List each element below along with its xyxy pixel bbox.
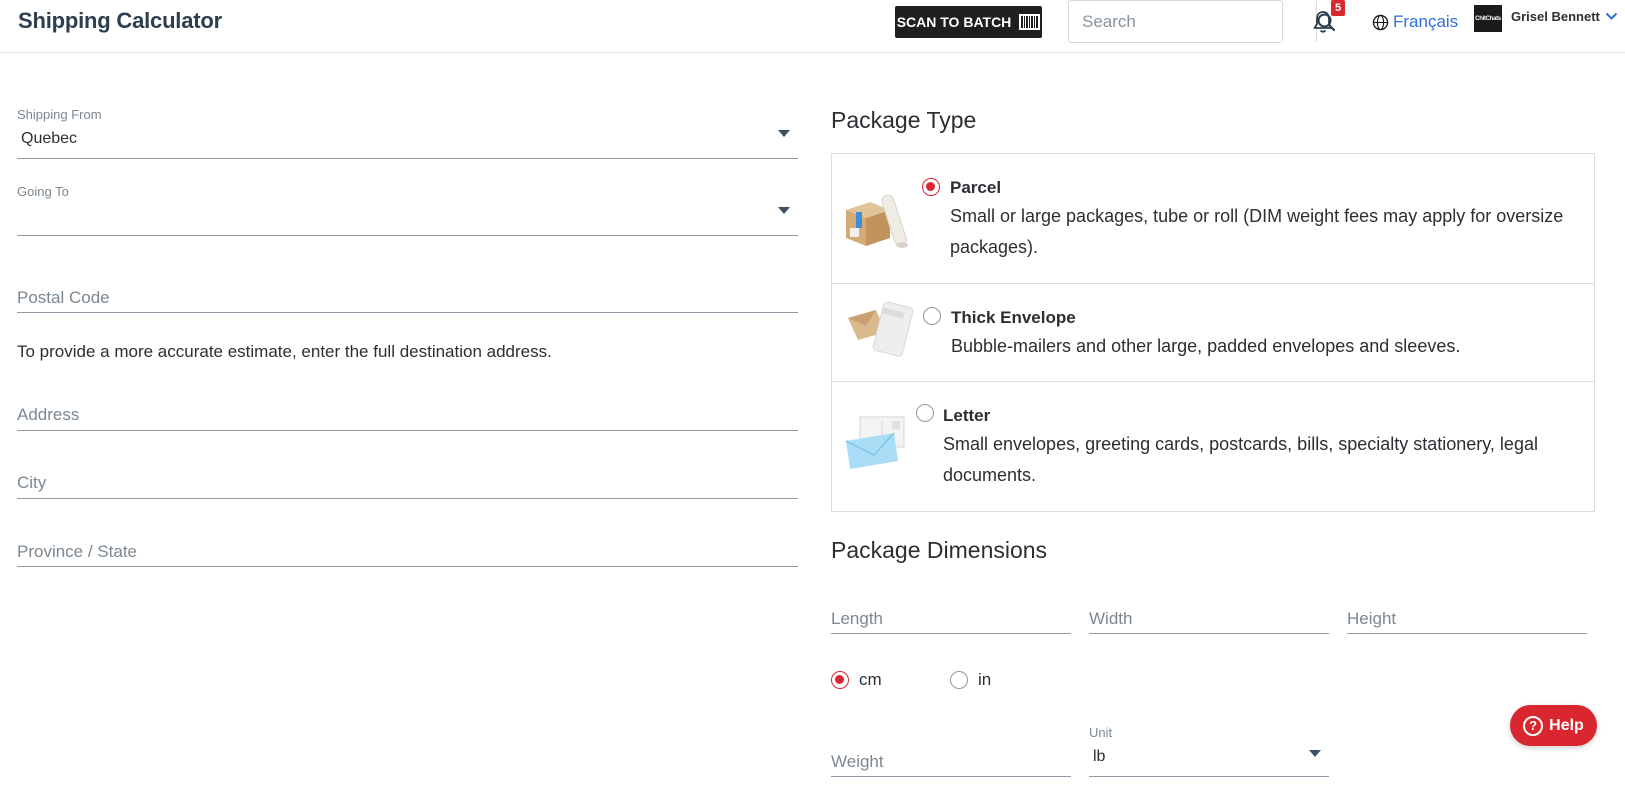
search-input[interactable] [1069, 1, 1316, 42]
letter-radio[interactable] [916, 404, 934, 422]
package-option-letter[interactable]: Letter Small envelopes, greeting cards, … [832, 382, 1594, 513]
package-type-options: Parcel Small or large packages, tube or … [831, 153, 1595, 512]
globe-icon [1372, 14, 1389, 30]
caret-down-icon [1309, 750, 1321, 757]
letter-envelope-icon [845, 416, 905, 469]
padded-envelope-icon [848, 302, 914, 357]
scan-to-batch-button[interactable]: SCAN TO BATCH [895, 6, 1042, 38]
thick-envelope-description: Bubble-mailers and other large, padded e… [951, 336, 1461, 356]
parcel-description: Small or large packages, tube or roll (D… [950, 206, 1564, 257]
address-placeholder: Address [17, 405, 80, 424]
caret-down-icon [778, 207, 790, 214]
help-label: Help [1549, 716, 1584, 734]
top-bar: Shipping Calculator SCAN TO BATCH 5 Fran… [0, 0, 1625, 53]
width-placeholder: Width [1089, 609, 1133, 628]
question-mark-icon: ? [1523, 715, 1544, 736]
parcel-title: Parcel [950, 178, 1002, 197]
weight-unit-value: lb [1093, 748, 1106, 765]
language-label: Français [1393, 12, 1459, 31]
in-label: in [978, 670, 992, 689]
width-field[interactable]: Width [1089, 602, 1329, 634]
scan-to-batch-label: SCAN TO BATCH [896, 14, 1012, 30]
length-field[interactable]: Length [831, 602, 1071, 634]
shipping-from-select[interactable]: Shipping From Quebec [17, 100, 798, 159]
package-dimensions-heading: Package Dimensions [831, 537, 1048, 563]
letter-description: Small envelopes, greeting cards, postcar… [943, 434, 1538, 485]
going-to-select[interactable]: Going To [17, 177, 798, 236]
avatar[interactable]: ChitChats [1474, 5, 1502, 32]
province-state-placeholder: Province / State [17, 542, 138, 561]
caret-down-icon [778, 130, 790, 137]
search-box [1068, 0, 1335, 43]
chevron-down-icon [1605, 12, 1618, 20]
package-option-thick-envelope[interactable]: Thick Envelope Bubble-mailers and other … [832, 284, 1594, 382]
help-button[interactable]: ? Help [1510, 705, 1597, 746]
unit-option-in[interactable]: in [950, 670, 991, 690]
cm-label: cm [859, 670, 882, 689]
address-hint: To provide a more accurate estimate, ent… [17, 342, 552, 361]
height-field[interactable]: Height [1347, 602, 1587, 634]
notification-count-badge: 5 [1331, 0, 1345, 16]
postal-code-field[interactable]: Postal Code [17, 280, 798, 313]
parcel-radio[interactable] [922, 178, 940, 196]
unit-option-cm[interactable]: cm [831, 670, 882, 690]
shipping-from-value: Quebec [21, 130, 78, 147]
weight-placeholder: Weight [831, 752, 884, 771]
weight-unit-select[interactable]: Unit lb [1089, 722, 1329, 777]
height-placeholder: Height [1347, 609, 1397, 628]
weight-field[interactable]: Weight [831, 746, 1071, 777]
address-field[interactable]: Address [17, 397, 798, 431]
letter-title: Letter [943, 406, 991, 425]
user-name: Grisel Bennett [1511, 9, 1600, 24]
city-placeholder: City [17, 473, 47, 492]
language-switch[interactable]: Français [1372, 12, 1458, 32]
thick-envelope-title: Thick Envelope [951, 308, 1076, 327]
going-to-label: Going To [17, 184, 69, 199]
shipping-from-label: Shipping From [17, 107, 102, 122]
province-state-field[interactable]: Province / State [17, 533, 798, 567]
thick-envelope-radio[interactable] [923, 307, 941, 325]
package-type-heading: Package Type [831, 107, 977, 133]
cm-radio[interactable] [831, 671, 849, 689]
page-title: Shipping Calculator [18, 8, 222, 33]
package-option-parcel[interactable]: Parcel Small or large packages, tube or … [832, 154, 1594, 284]
postal-code-placeholder: Postal Code [17, 288, 110, 307]
length-placeholder: Length [831, 609, 883, 628]
user-menu[interactable]: Grisel Bennett [1511, 9, 1618, 24]
city-field[interactable]: City [17, 465, 798, 499]
barcode-icon [1019, 14, 1041, 30]
in-radio[interactable] [950, 671, 968, 689]
weight-unit-label: Unit [1089, 725, 1113, 740]
parcel-box-icon [846, 194, 908, 248]
